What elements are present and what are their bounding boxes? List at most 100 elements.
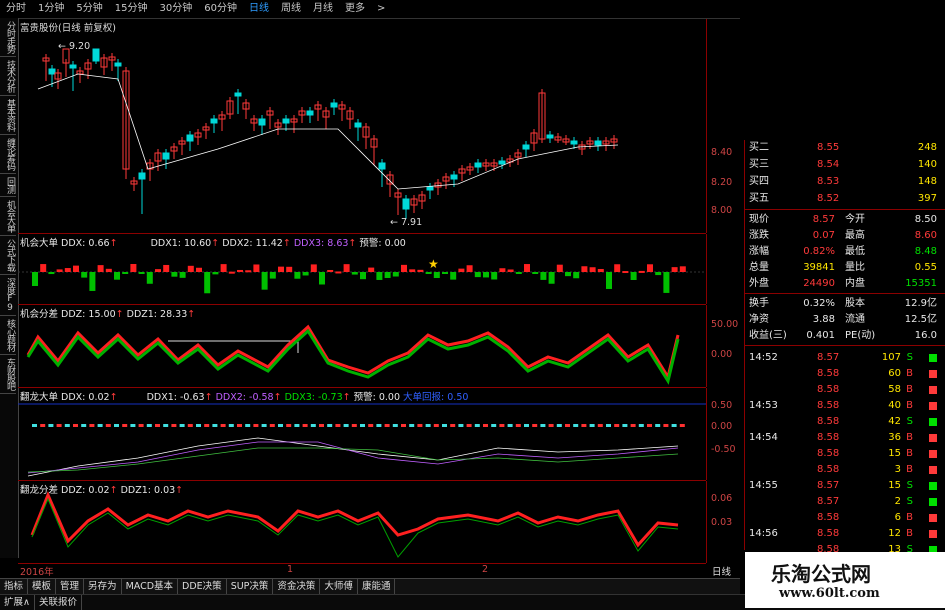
ask-label: 买三 (749, 159, 769, 170)
watermark-url: www.60lt.com (779, 586, 880, 601)
candle-body (378, 162, 386, 170)
tick-price: 8.58 (817, 384, 840, 395)
tick-row: 14:54 8.58 36 B (745, 430, 941, 446)
bottom-tab-4[interactable]: MACD基本 (122, 579, 179, 595)
panel1-axis (706, 234, 745, 304)
ddx-bar (351, 272, 358, 275)
period-tab-3[interactable]: 15分钟 (109, 0, 154, 18)
bottom-tab-3[interactable]: 另存为 (84, 579, 122, 595)
fanlong-ddz-line (30, 491, 679, 548)
ddx-tick (532, 424, 538, 427)
period-tab-8[interactable]: 月线 (307, 0, 339, 18)
stat-row: 净资 3.88 流通 12.5亿 (745, 312, 941, 328)
stat-value: 12.5亿 (904, 314, 937, 325)
bottom-tab-1[interactable]: 模板 (28, 579, 57, 595)
stat-value: 39841 (803, 262, 835, 273)
period-tab-5[interactable]: 60分钟 (198, 0, 243, 18)
period-tab-6[interactable]: 日线 (243, 0, 275, 18)
more-arrow-icon[interactable]: > (371, 0, 391, 18)
ddx-tick (483, 424, 488, 427)
candle-body (114, 62, 122, 67)
axis-label: 0.00 (711, 349, 733, 360)
period-tab-7[interactable]: 周线 (275, 0, 307, 18)
ddx-tick (278, 424, 283, 427)
side-tab-3[interactable]: 缠论筹码 (0, 135, 16, 174)
ask-volume: 148 (917, 176, 937, 187)
period-tab-0[interactable]: 分时 (0, 0, 32, 18)
side-tab-2[interactable]: 基本资料 (0, 96, 16, 135)
ask-volume: 397 (917, 193, 937, 204)
period-tab-1[interactable]: 1分钟 (32, 0, 70, 18)
side-tab-9[interactable]: 东财股吧 (0, 355, 16, 394)
stat-label: 涨跌 (749, 230, 769, 241)
side-tab-0[interactable]: 分时走势 (0, 18, 16, 57)
ddx-bar (515, 272, 522, 274)
ddx-bar (294, 272, 301, 279)
status-tab-1[interactable]: 关联报价 (35, 595, 82, 610)
panel-jihui-dadan[interactable]: 机会大单 DDX: 0.66↑ DDX1: 10.60↑ DDX2: 11.42… (18, 234, 706, 305)
ddx-tick (155, 424, 160, 427)
stat-value: 16.0 (914, 330, 937, 341)
tick-row: 8.58 60 B (745, 366, 941, 382)
ddx1-line (27, 437, 679, 477)
ddx-bar (679, 266, 686, 272)
tick-side: B (906, 368, 913, 379)
period-tab-9[interactable]: 更多 (339, 0, 371, 18)
side-tab-8[interactable]: 核心题材 (0, 316, 16, 355)
ddx-bar (73, 265, 79, 272)
stat-row: 外盘 24490 内盘 15351 (745, 276, 941, 292)
tick-volume: 58 (888, 384, 901, 395)
ddx-bar (417, 269, 424, 272)
candle-body (450, 174, 458, 180)
side-tab-strip: 分时走势 技术分析 基本资料 缠论筹码 回测 机会大单 公式下载 深度F9 核心题材 东财股吧 (0, 18, 19, 558)
ddx-bar-chart: ★ (18, 257, 706, 294)
ddx-tick (450, 424, 456, 427)
ddx-tick (286, 424, 292, 427)
bottom-tab-5[interactable]: DDE决策 (178, 579, 227, 595)
kline-panel[interactable]: 富贵股份(日线 前复权) ← 9.20 ← 7.91 (18, 19, 706, 234)
panel-fanlong-dadan[interactable]: 翻龙大单 DDX: 0.02↑ DDX1: -0.63↑ DDX2: -0.58… (18, 388, 706, 481)
site-watermark: 乐淘公式网 www.60lt.com (745, 552, 945, 608)
ddx-bar (491, 272, 498, 280)
bottom-tab-8[interactable]: 大师傅 (320, 579, 358, 595)
ddx-tick (360, 424, 365, 427)
ddx-bar (196, 267, 202, 272)
tick-row: 14:53 8.58 40 B (745, 398, 941, 414)
candle-body (258, 118, 266, 126)
ddx-tick (302, 424, 308, 427)
tick-row: 8.58 3 B (745, 462, 941, 478)
ddx-tick (179, 424, 185, 427)
bottom-tab-7[interactable]: 资金决策 (273, 579, 321, 595)
ddx-tick (499, 424, 505, 427)
bottom-tab-9[interactable]: 康能通 (358, 579, 396, 595)
ddx-tick (638, 424, 644, 427)
side-tab-1[interactable]: 技术分析 (0, 57, 16, 96)
panel4-axis: 0.06 0.03 (706, 481, 745, 563)
period-tab-4[interactable]: 30分钟 (153, 0, 198, 18)
tick-side: B (906, 400, 913, 411)
bottom-tab-6[interactable]: SUP决策 (227, 579, 274, 595)
bottom-tab-0[interactable]: 指标 (0, 579, 29, 595)
ask-price: 8.54 (817, 159, 840, 170)
side-tab-7[interactable]: 深度F9 (0, 275, 16, 316)
bottom-tab-2[interactable]: 管理 (56, 579, 85, 595)
candle-body (330, 102, 338, 108)
status-tab-0[interactable]: 扩展∧ (0, 595, 35, 610)
panel-fanlong-fencha[interactable]: 翻龙分差 DDZ: 0.02↑ DDZ1: 0.03↑ (18, 481, 706, 564)
period-tab-2[interactable]: 5分钟 (70, 0, 108, 18)
ddx-tick (81, 424, 87, 427)
tick-volume: 12 (888, 528, 901, 539)
ddx-tick (228, 424, 234, 427)
panel-jihui-fencha[interactable]: 机会分差 DDZ: 15.00↑ DDZ1: 28.33↑ (18, 305, 706, 388)
ddx-bar (433, 272, 440, 279)
ddx-tick (351, 424, 357, 427)
ddx-tick (294, 424, 300, 427)
ddx-bar (671, 267, 678, 272)
tick-marker (929, 498, 937, 506)
side-tab-4[interactable]: 回测 (0, 174, 16, 197)
side-tab-5[interactable]: 机会大单 (0, 197, 16, 236)
stat-row: 收益(三) 0.401 PE(动) 16.0 (745, 328, 941, 344)
side-tab-6[interactable]: 公式下载 (0, 236, 16, 275)
tick-marker (929, 466, 937, 474)
tick-time: 14:56 (749, 528, 778, 539)
